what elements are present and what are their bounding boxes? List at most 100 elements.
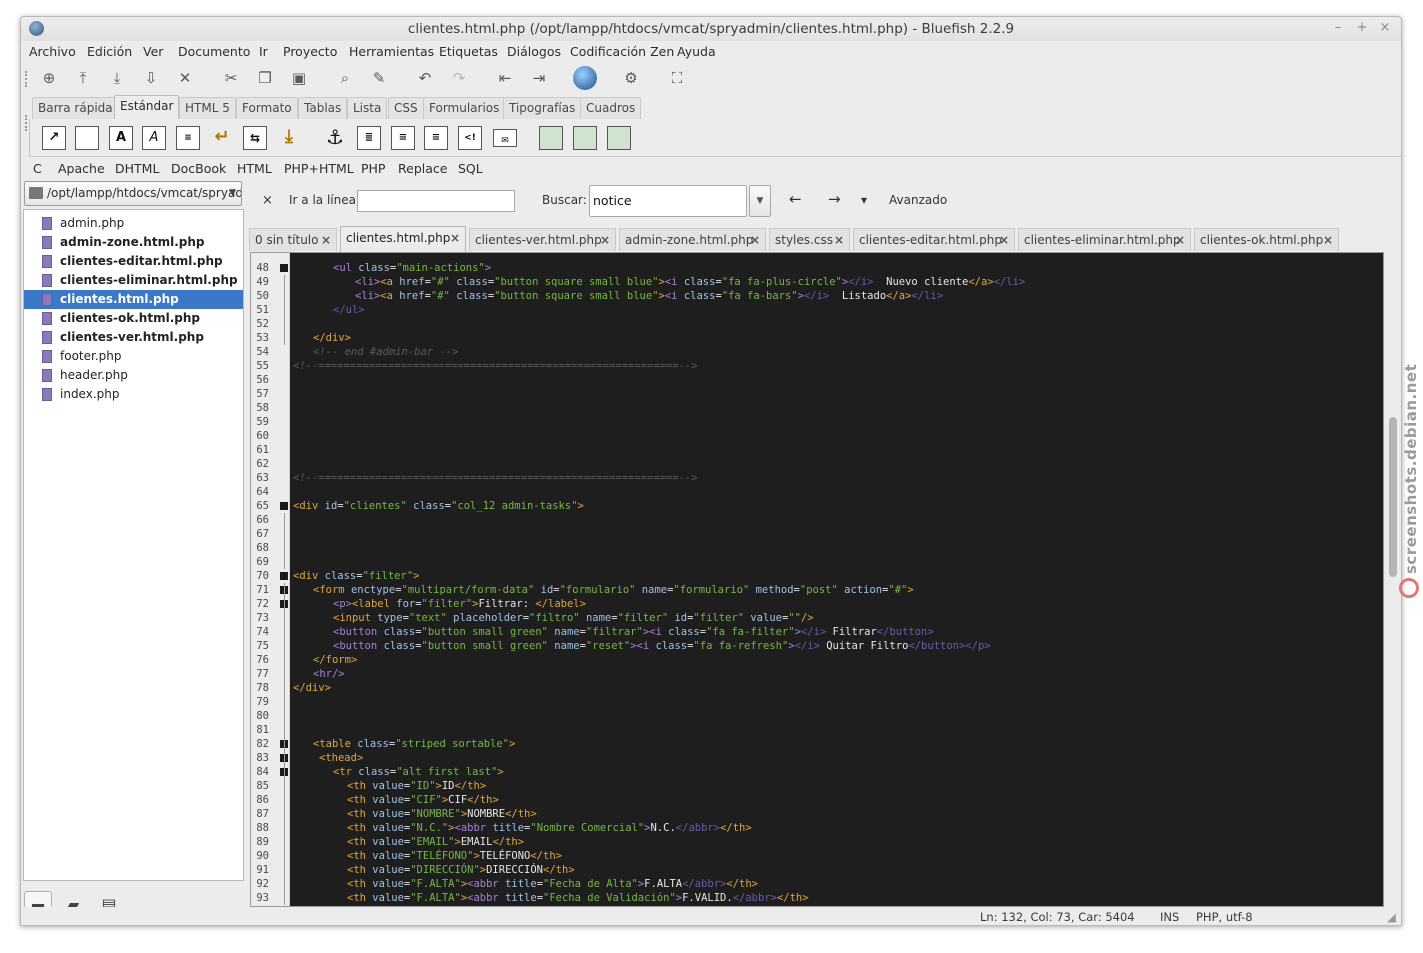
list-item[interactable]: clientes-ok.html.php xyxy=(24,309,243,328)
custom-menu-replace[interactable]: Replace xyxy=(398,158,447,180)
menu-documento[interactable]: Documento xyxy=(178,41,250,63)
unindent-icon[interactable]: ⇤ xyxy=(494,67,516,89)
break-clear-icon[interactable]: ⇆ xyxy=(243,126,267,150)
menu-proyecto[interactable]: Proyecto xyxy=(283,41,337,63)
custom-menu-docbook[interactable]: DocBook xyxy=(171,158,226,180)
doc-tab-active[interactable]: clientes.html.php × xyxy=(340,226,466,252)
doc-tab[interactable]: admin-zone.html.php × xyxy=(619,228,766,251)
maximize-button[interactable]: + xyxy=(1355,20,1369,36)
menu-edicion[interactable]: Edición xyxy=(87,41,132,63)
resize-grip-icon[interactable]: ◢ xyxy=(1387,910,1396,924)
scrollbar-thumb[interactable] xyxy=(1389,417,1397,577)
tab-cuadros[interactable]: Cuadros xyxy=(580,97,642,119)
email-icon[interactable]: ✉ xyxy=(493,129,517,147)
replace-icon[interactable]: ✎ xyxy=(368,67,390,89)
code-editor[interactable]: 48 49 50 51 52 53 54 55 56 57 58 59 60 61 62 63 64 65 66 67… xyxy=(250,252,1384,907)
list-item[interactable]: admin.php xyxy=(24,214,243,233)
nbsp-icon[interactable]: ⤓ xyxy=(277,126,301,150)
close-tab-icon[interactable]: × xyxy=(321,229,331,251)
custom-menu-dhtml[interactable]: DHTML xyxy=(115,158,159,180)
doc-tab[interactable]: clientes-editar.html.php × xyxy=(853,228,1015,251)
search-input[interactable]: notice xyxy=(589,185,747,217)
fold-marker[interactable] xyxy=(280,502,288,510)
tab-formularios[interactable]: Formularios xyxy=(423,97,506,119)
close-tab-icon[interactable]: × xyxy=(834,229,844,251)
tab-html5[interactable]: HTML 5 xyxy=(179,97,236,119)
doc-tab[interactable]: clientes-ok.html.php × xyxy=(1194,228,1339,251)
list-item[interactable]: clientes-ver.html.php xyxy=(24,328,243,347)
custom-menu-apache[interactable]: Apache xyxy=(58,158,105,180)
close-tab-icon[interactable]: × xyxy=(450,227,460,249)
custom-menu-html[interactable]: HTML xyxy=(237,158,272,180)
browser-preview-icon[interactable] xyxy=(573,66,597,90)
rule-icon[interactable]: ≣ xyxy=(357,126,381,150)
toolbar-grip[interactable] xyxy=(25,115,29,131)
bold-icon[interactable]: A xyxy=(109,126,133,150)
close-tab-icon[interactable]: × xyxy=(1323,229,1333,251)
doc-tab[interactable]: clientes-eliminar.html.php × xyxy=(1018,228,1191,251)
preferences-icon[interactable]: ⚙ xyxy=(620,67,642,89)
menu-ayuda[interactable]: Ayuda xyxy=(677,41,716,63)
break-icon[interactable]: ↵ xyxy=(210,126,234,150)
right-align-icon[interactable]: ≡ xyxy=(424,126,448,150)
body-icon[interactable] xyxy=(75,126,99,150)
anchor-icon[interactable]: ⚓ xyxy=(323,126,347,150)
fold-marker[interactable] xyxy=(280,572,288,580)
custom-menu-sql[interactable]: SQL xyxy=(458,158,483,180)
close-tab-icon[interactable]: × xyxy=(999,229,1009,251)
close-tab-icon[interactable]: × xyxy=(600,229,610,251)
file-list[interactable]: admin.php admin-zone.html.php clientes-e… xyxy=(23,209,244,881)
search-icon[interactable]: ⌕ xyxy=(334,67,356,89)
open-file-icon[interactable]: ⤒ xyxy=(72,67,94,89)
vertical-scrollbar[interactable] xyxy=(1385,252,1401,907)
custom-menu-c[interactable]: C xyxy=(33,158,42,180)
list-item[interactable]: clientes-editar.html.php xyxy=(24,252,243,271)
tab-formato[interactable]: Formato xyxy=(236,97,298,119)
multi-thumbnail-icon[interactable] xyxy=(607,126,631,150)
close-window-button[interactable]: × xyxy=(1378,20,1392,36)
toolbar-grip[interactable] xyxy=(25,71,29,87)
fold-marker[interactable] xyxy=(280,264,288,272)
advanced-search-button[interactable]: Avanzado xyxy=(889,193,947,207)
quickstart-icon[interactable]: ↗ xyxy=(42,126,66,150)
custom-menu-php[interactable]: PHP xyxy=(361,158,385,180)
new-file-icon[interactable]: ⊕ xyxy=(38,67,60,89)
tab-lista[interactable]: Lista xyxy=(347,97,388,119)
list-item-selected[interactable]: clientes.html.php xyxy=(24,290,243,309)
tab-tablas[interactable]: Tablas xyxy=(298,97,348,119)
undo-icon[interactable]: ↶ xyxy=(414,67,436,89)
tab-css[interactable]: CSS xyxy=(388,97,424,119)
thumbnail-icon[interactable] xyxy=(573,126,597,150)
minimize-button[interactable]: – xyxy=(1331,20,1345,36)
save-as-icon[interactable]: ⇩ xyxy=(140,67,162,89)
list-item[interactable]: admin-zone.html.php xyxy=(24,233,243,252)
tab-estandar[interactable]: Estándar xyxy=(114,95,180,120)
menu-ver[interactable]: Ver xyxy=(143,41,163,63)
find-next-button[interactable]: → xyxy=(828,190,841,208)
menu-codificacion-zen[interactable]: Codificación Zen xyxy=(570,41,674,63)
list-item[interactable]: footer.php xyxy=(24,347,243,366)
redo-icon[interactable]: ↷ xyxy=(448,67,470,89)
list-item[interactable]: index.php xyxy=(24,385,243,404)
list-item[interactable]: clientes-eliminar.html.php xyxy=(24,271,243,290)
doc-tab[interactable]: styles.css × xyxy=(769,228,850,251)
doc-tab[interactable]: 0 sin título × xyxy=(249,228,337,251)
doc-tab[interactable]: clientes-ver.html.php × xyxy=(469,228,616,251)
find-previous-button[interactable]: ← xyxy=(789,190,802,208)
fullscreen-icon[interactable]: ⛶ xyxy=(666,67,688,89)
image-icon[interactable] xyxy=(539,126,563,150)
cut-icon[interactable]: ✂ xyxy=(220,67,242,89)
menu-dialogos[interactable]: Diálogos xyxy=(507,41,561,63)
paste-icon[interactable]: ▣ xyxy=(288,67,310,89)
save-icon[interactable]: ⤓ xyxy=(106,67,128,89)
search-history-dropdown[interactable]: ▼ xyxy=(749,185,771,217)
indent-icon[interactable]: ⇥ xyxy=(528,67,550,89)
paragraph-icon[interactable]: ≡ xyxy=(176,126,200,150)
close-findbar-button[interactable]: × xyxy=(262,193,273,208)
comment-icon[interactable]: <! xyxy=(458,126,482,150)
custom-menu-php-html[interactable]: PHP+HTML xyxy=(284,158,354,180)
list-item[interactable]: header.php xyxy=(24,366,243,385)
tab-tipografias[interactable]: Tipografías xyxy=(503,97,582,119)
directory-selector[interactable]: /opt/lampp/htdocs/vmcat/spryadmin ▼ xyxy=(24,181,242,206)
menu-ir[interactable]: Ir xyxy=(259,41,268,63)
